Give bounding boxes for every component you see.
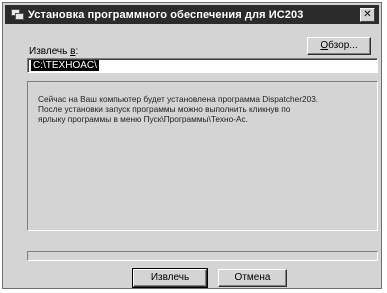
app-icon [11, 9, 24, 20]
extract-path-input[interactable]: C:\TEXHOAC\ [27, 58, 378, 73]
extract-button[interactable]: Извлечь [132, 268, 208, 288]
extract-path-value: C:\TEXHOAC\ [31, 60, 99, 71]
progress-bar [27, 251, 378, 261]
browse-button[interactable]: Обзор... [307, 37, 371, 55]
info-text: Сейчас на Ваш компьютер будет установлен… [38, 94, 319, 124]
close-icon[interactable]: ✕ [360, 8, 375, 22]
window-title: Установка программного обеспечения для И… [28, 8, 304, 21]
cancel-button[interactable]: Отмена [218, 269, 287, 287]
extract-to-label: Извлечь в: [29, 46, 79, 57]
setup-dialog: Установка программного обеспечения для И… [2, 2, 382, 289]
title-bar[interactable]: Установка программного обеспечения для И… [5, 5, 379, 24]
info-panel: Сейчас на Ваш компьютер будет установлен… [27, 81, 378, 231]
